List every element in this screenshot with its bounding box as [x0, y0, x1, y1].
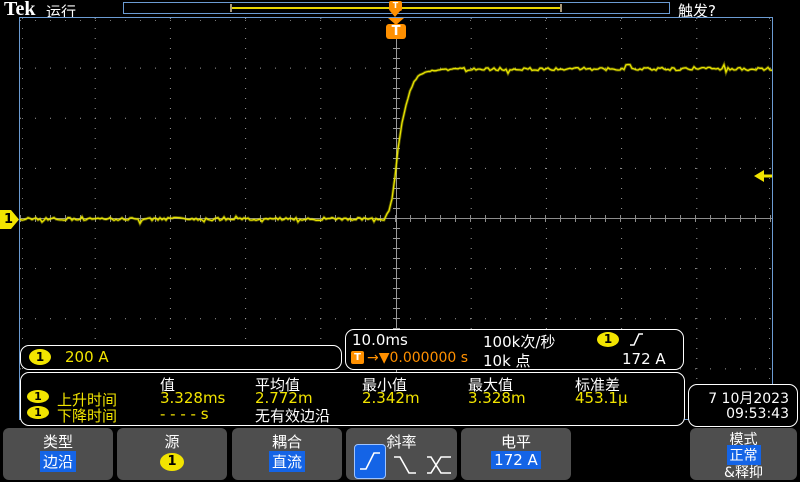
trigger-position-value: →▼0.000000 s — [367, 350, 468, 366]
trigger-level-value: 172 A — [622, 350, 666, 368]
measurement-status: 无有效边沿 — [255, 405, 330, 426]
trigger-source-badge: 1 — [597, 332, 619, 347]
source-channel-badge: 1 — [160, 453, 184, 471]
menu-button-slope[interactable]: 斜率 — [346, 428, 457, 480]
top-status-strip: Tek 运行 T 触发? — [0, 0, 800, 18]
menu-button-type[interactable]: 类型 边沿 — [3, 428, 113, 480]
both-edges-icon[interactable] — [425, 453, 453, 477]
menu-label: 类型 — [3, 431, 113, 452]
level-value: 172 A — [491, 451, 541, 469]
menu-label: 源 — [117, 431, 227, 452]
channel-1-badge: 1 — [27, 406, 49, 419]
falling-edge-icon[interactable] — [392, 453, 418, 477]
record-points: 10k 点 — [483, 350, 531, 371]
measurement-min: 2.342m — [362, 389, 420, 407]
date-value: 7 10月2023 — [708, 388, 789, 408]
channel-readout[interactable]: 1 200 A — [20, 345, 342, 370]
coupling-value: 直流 — [269, 451, 305, 472]
time-value: 09:53:43 — [726, 406, 789, 422]
rising-edge-icon — [629, 332, 645, 347]
type-value: 边沿 — [40, 451, 76, 472]
rising-edge-icon — [358, 449, 382, 473]
menu-button-mode[interactable]: 模式 正常 &释抑 — [690, 428, 797, 480]
trigger-t-icon: T — [351, 351, 364, 364]
channel-1-flag[interactable]: 1 — [0, 210, 19, 229]
measurement-table: 值 平均值 最小值 最大值 标准差 1 上升时间 3.328ms 2.772m … — [20, 372, 685, 426]
menu-label: 耦合 — [232, 431, 342, 452]
record-window-left-bracket-icon — [230, 4, 232, 12]
channel-scale: 200 A — [65, 348, 109, 366]
menu-label: 电平 — [461, 431, 571, 452]
measurement-max: 3.328m — [468, 389, 526, 407]
measurement-stddev: 453.1µ — [575, 389, 628, 407]
sample-rate: 100k次/秒 — [483, 331, 555, 352]
timebase-readout[interactable]: 10.0ms 100k次/秒 1 T →▼0.000000 s 10k 点 17… — [345, 329, 684, 370]
measurement-value: - - - - s — [160, 405, 209, 423]
menu-button-level[interactable]: 电平 172 A — [461, 428, 571, 480]
oscilloscope-screen: { "header": { "logo": "Tek", "status": "… — [0, 0, 800, 480]
slope-rising-selected[interactable] — [354, 444, 386, 479]
trigger-t-icon: T — [389, 1, 402, 11]
trigger-t-icon: T — [386, 24, 406, 39]
menu-button-source[interactable]: 源 1 — [117, 428, 227, 480]
measurement-name: 下降时间 — [57, 405, 117, 426]
trigger-position-marker[interactable]: T — [384, 18, 408, 44]
record-window-right-bracket-icon — [560, 4, 562, 12]
trigger-level-arrow-icon[interactable] — [754, 169, 772, 183]
channel-1-badge: 1 — [27, 390, 49, 403]
channel-1-badge: 1 — [29, 349, 51, 365]
timebase-value: 10.0ms — [352, 331, 408, 349]
datetime-box: 7 10月2023 09:53:43 — [688, 384, 798, 427]
trigger-position-bar-marker[interactable]: T — [389, 1, 402, 17]
menu-button-coupling[interactable]: 耦合 直流 — [232, 428, 342, 480]
mode-value-2: &释抑 — [690, 462, 797, 482]
